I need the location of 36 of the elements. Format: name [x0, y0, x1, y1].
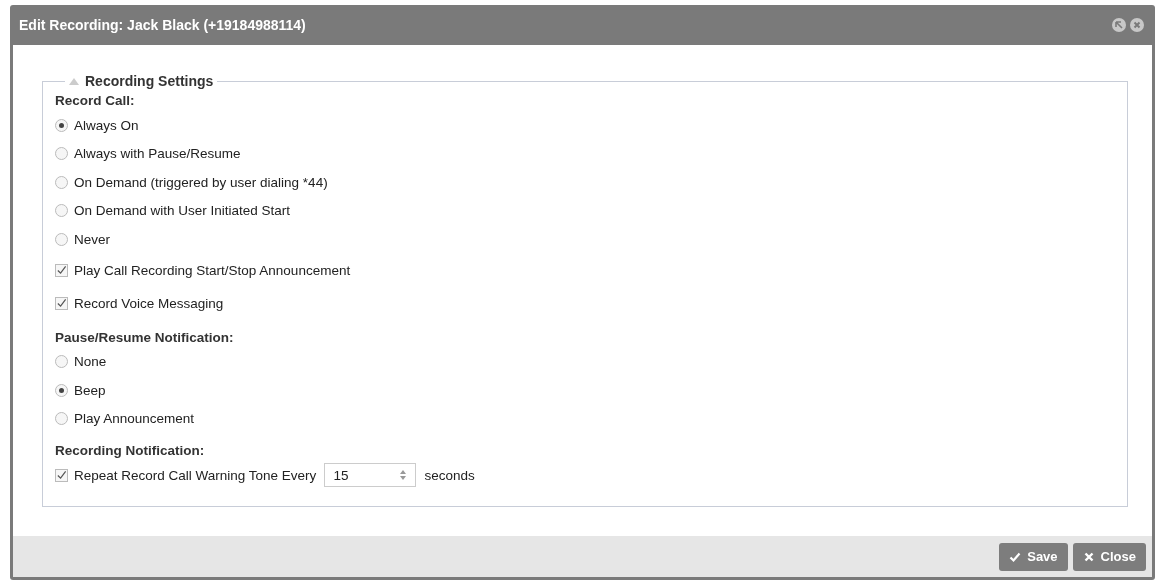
radio-button[interactable]	[55, 355, 68, 369]
section-heading: Record Call:	[55, 92, 136, 110]
close-button[interactable]: Close	[1072, 542, 1146, 571]
number-field[interactable]: 15	[324, 463, 417, 488]
radio-label[interactable]: Never	[74, 231, 110, 247]
unit-label: seconds	[424, 467, 475, 483]
collapse-icon[interactable]	[69, 77, 79, 85]
radio-button[interactable]	[55, 175, 68, 189]
radio-label[interactable]: Always with Pause/Resume	[74, 146, 241, 162]
checkbox[interactable]	[55, 263, 68, 277]
checkbox[interactable]	[55, 296, 68, 310]
radio-label[interactable]: Play Announcement	[74, 411, 195, 427]
checkbox-label[interactable]: Repeat Record Call Warning Tone Every	[74, 467, 317, 483]
radio-button[interactable]	[55, 147, 68, 161]
radio-button[interactable]	[55, 383, 68, 397]
radio-label[interactable]: On Demand with User Initiated Start	[74, 203, 291, 219]
radio-label[interactable]: On Demand (triggered by user dialing *44)	[74, 174, 328, 190]
checkbox-label[interactable]: Play Call Recording Start/Stop Announcement	[74, 262, 351, 278]
window-title: Edit Recording: Jack Black (+19184988114)	[19, 17, 306, 33]
section-heading: Recording Notification:	[55, 442, 206, 460]
radio-label[interactable]: None	[74, 354, 107, 370]
spinner-arrows-icon[interactable]	[399, 469, 408, 482]
save-button[interactable]: Save	[999, 542, 1068, 571]
radio-button[interactable]	[55, 232, 68, 246]
section-heading: Pause/Resume Notification:	[55, 328, 235, 347]
radio-button[interactable]	[55, 118, 68, 132]
checkmark-icon	[1009, 550, 1022, 563]
section-toggle[interactable]: Recording Settings	[65, 73, 218, 89]
checkbox-label[interactable]: Record Voice Messaging	[74, 295, 224, 311]
close-icon[interactable]	[1130, 18, 1144, 32]
radio-button[interactable]	[55, 412, 68, 426]
x-icon	[1082, 550, 1095, 563]
radio-button[interactable]	[55, 204, 68, 218]
checkbox[interactable]	[55, 468, 68, 482]
radio-label[interactable]: Always On	[74, 117, 139, 133]
radio-label[interactable]: Beep	[74, 382, 106, 398]
